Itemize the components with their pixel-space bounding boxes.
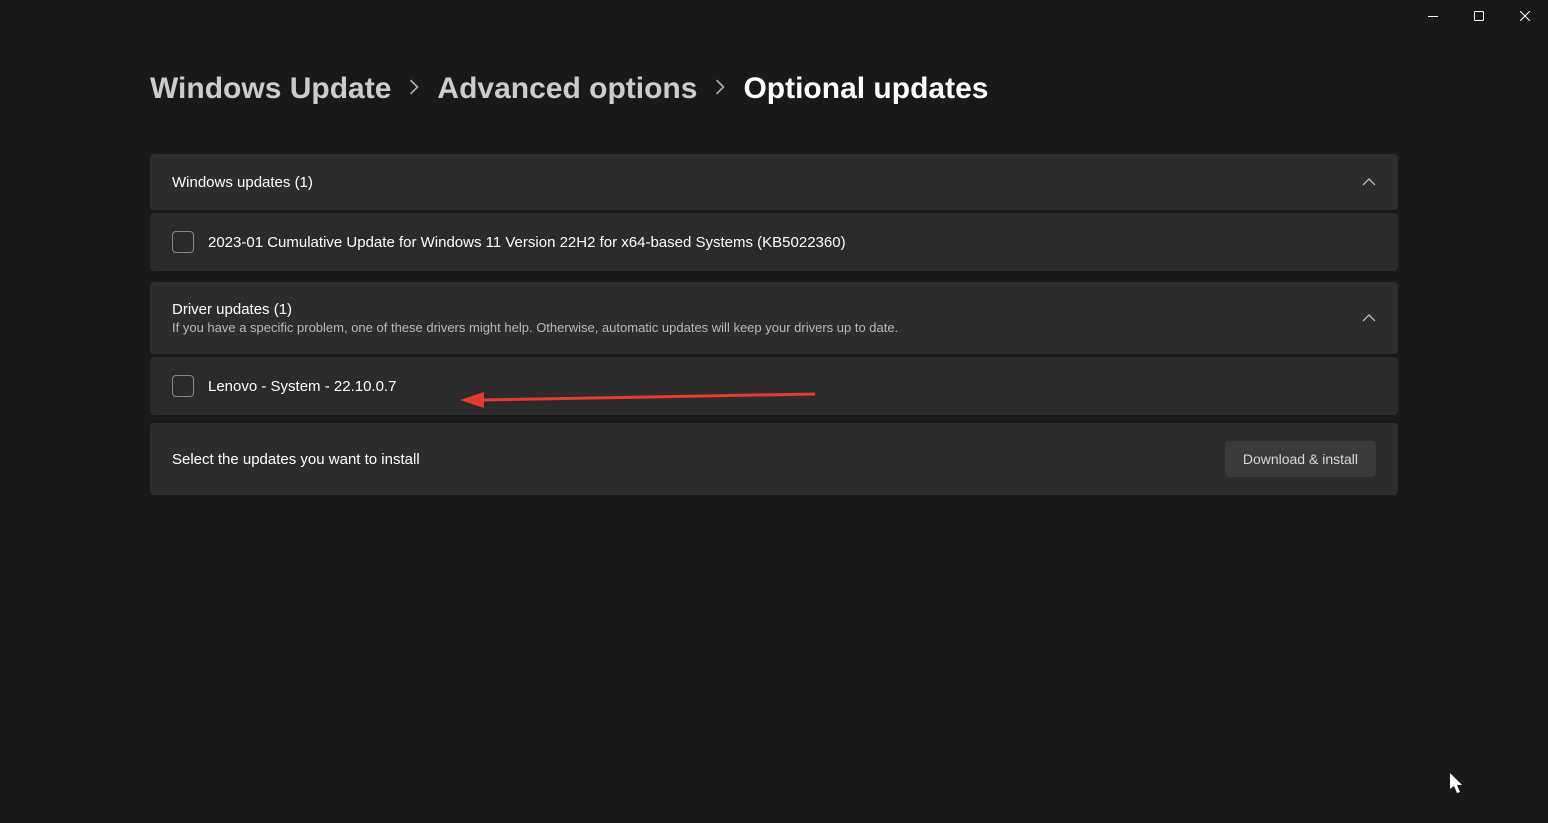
update-row-windows[interactable]: 2023-01 Cumulative Update for Windows 11… [150, 213, 1398, 271]
window-controls [1410, 0, 1548, 32]
checkbox[interactable] [172, 231, 194, 253]
section-subtitle: If you have a specific problem, one of t… [172, 320, 898, 335]
chevron-right-icon [409, 79, 419, 100]
update-row-driver[interactable]: Lenovo - System - 22.10.0.7 [150, 357, 1398, 415]
download-install-button[interactable]: Download & install [1225, 441, 1376, 477]
driver-updates-header[interactable]: Driver updates (1) If you have a specifi… [150, 282, 1398, 354]
section-title: Windows updates (1) [172, 174, 313, 191]
chevron-up-icon [1362, 173, 1376, 191]
breadcrumb-windows-update[interactable]: Windows Update [150, 72, 391, 106]
chevron-up-icon [1362, 309, 1376, 327]
minimize-button[interactable] [1410, 0, 1456, 32]
maximize-button[interactable] [1456, 0, 1502, 32]
section-title: Driver updates (1) [172, 301, 898, 318]
breadcrumb-advanced-options[interactable]: Advanced options [437, 72, 697, 106]
windows-updates-header[interactable]: Windows updates (1) [150, 154, 1398, 210]
update-label: 2023-01 Cumulative Update for Windows 11… [208, 234, 846, 251]
update-label: Lenovo - System - 22.10.0.7 [208, 378, 396, 395]
checkbox[interactable] [172, 375, 194, 397]
footer-panel: Select the updates you want to install D… [150, 423, 1398, 495]
chevron-right-icon [715, 79, 725, 100]
breadcrumb: Windows Update Advanced options Optional… [150, 72, 1398, 106]
cursor-icon [1450, 773, 1466, 795]
close-button[interactable] [1502, 0, 1548, 32]
footer-prompt: Select the updates you want to install [172, 451, 420, 468]
breadcrumb-current: Optional updates [743, 72, 988, 106]
